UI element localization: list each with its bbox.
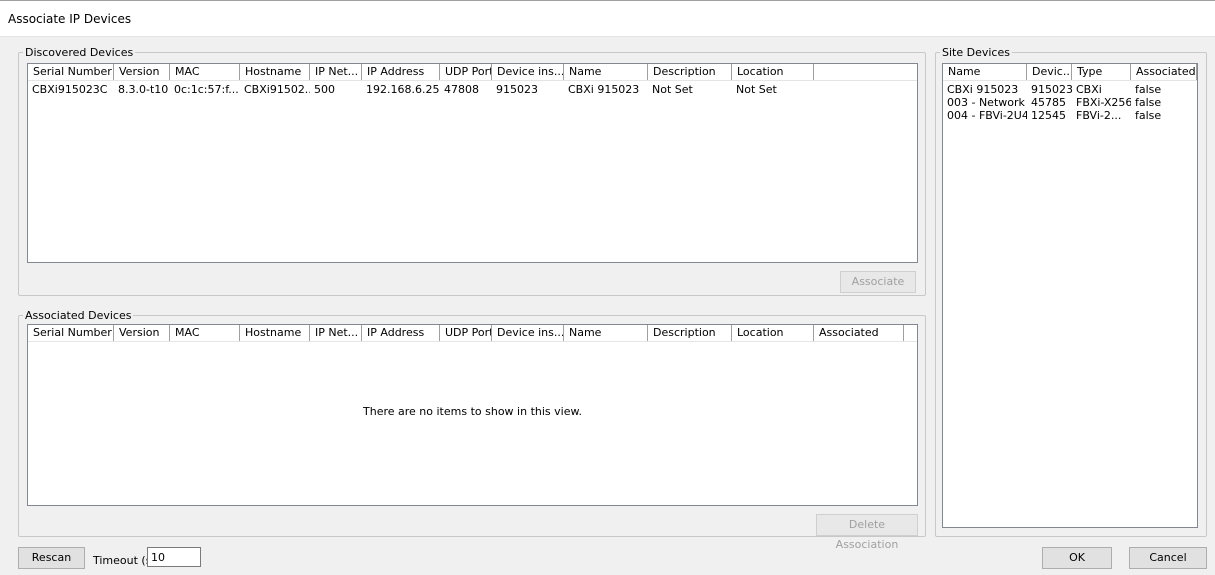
- column-header[interactable]: Type: [1072, 64, 1131, 80]
- column-header[interactable]: Associated: [814, 325, 904, 341]
- window-title: Associate IP Devices: [8, 12, 132, 26]
- discovered-devices-list[interactable]: Serial Number Version MAC Hostname IP Net...…: [27, 63, 918, 263]
- column-header[interactable]: MAC: [170, 64, 240, 80]
- list-row[interactable]: 004 - FBVi-2U4... 12545 FBVi-2... false: [943, 109, 1197, 122]
- list-cell: FBVi-2...: [1076, 109, 1122, 122]
- column-header[interactable]: IP Address: [362, 64, 440, 80]
- column-header[interactable]: Devic...: [1027, 64, 1072, 80]
- column-header[interactable]: Name: [564, 325, 648, 341]
- list-cell: 003 - Network: [947, 96, 1025, 109]
- discovered-devices-header: Serial Number Version MAC Hostname IP Net...…: [28, 64, 917, 81]
- timeout-input[interactable]: [147, 547, 201, 567]
- title-bar: Associate IP Devices: [0, 0, 1215, 37]
- column-header[interactable]: IP Net...: [310, 64, 362, 80]
- list-cell: CBXi 915023: [947, 83, 1019, 96]
- list-cell: CBXi915023C: [32, 83, 108, 96]
- discovered-devices-legend: Discovered Devices: [25, 46, 134, 59]
- list-cell: 915023: [1031, 83, 1072, 96]
- list-cell: 45785: [1031, 96, 1066, 109]
- list-cell: Not Set: [652, 83, 693, 96]
- list-row[interactable]: 003 - Network 45785 FBXi-X256 false: [943, 96, 1197, 109]
- list-cell: 192.168.6.25: [366, 83, 440, 96]
- list-body: CBXi915023C 8.3.0-t10 0c:1c:57:f... CBXi915…: [28, 81, 917, 96]
- column-header[interactable]: Description: [648, 64, 732, 80]
- site-devices-list[interactable]: Name Devic... Type Associated CBXi 915023 91…: [942, 63, 1198, 528]
- list-cell: CBXi91502...: [244, 83, 310, 96]
- column-header[interactable]: UDP Port: [440, 64, 492, 80]
- list-cell: 915023: [496, 83, 538, 96]
- list-cell: 47808: [444, 83, 479, 96]
- column-header[interactable]: IP Address: [362, 325, 440, 341]
- delete-association-button[interactable]: Delete Association: [816, 514, 918, 551]
- column-header[interactable]: Hostname: [240, 325, 310, 341]
- list-cell: 12545: [1031, 109, 1066, 122]
- site-devices-header: Name Devic... Type Associated: [943, 64, 1197, 81]
- column-header[interactable]: Serial Number: [28, 325, 114, 341]
- site-devices-legend: Site Devices: [942, 46, 1010, 59]
- column-header[interactable]: Device ins...: [492, 325, 564, 341]
- ok-button[interactable]: OK: [1042, 547, 1112, 569]
- list-body: CBXi 915023 915023 CBXi false 003 - Network 4…: [943, 81, 1197, 122]
- associated-devices-header: Serial Number Version MAC Hostname IP Net...…: [28, 325, 917, 342]
- list-row[interactable]: CBXi915023C 8.3.0-t10 0c:1c:57:f... CBXi915…: [28, 83, 917, 96]
- list-cell: false: [1135, 96, 1162, 109]
- column-header[interactable]: IP Net...: [310, 325, 362, 341]
- column-header[interactable]: MAC: [170, 325, 240, 341]
- list-row[interactable]: CBXi 915023 915023 CBXi false: [943, 83, 1197, 96]
- list-cell: CBXi: [1076, 83, 1102, 96]
- list-cell: Not Set: [736, 83, 777, 96]
- column-header[interactable]: Description: [648, 325, 732, 341]
- list-cell: 8.3.0-t10: [118, 83, 169, 96]
- empty-list-message: There are no items to show in this view.: [363, 405, 582, 418]
- column-header[interactable]: Version: [114, 64, 170, 80]
- list-cell: 500: [314, 83, 335, 96]
- column-header[interactable]: Name: [943, 64, 1027, 80]
- column-header[interactable]: Associated: [1131, 64, 1197, 80]
- list-cell: 0c:1c:57:f...: [174, 83, 239, 96]
- list-cell: CBXi 915023: [568, 83, 640, 96]
- associated-devices-legend: Associated Devices: [25, 309, 132, 322]
- column-header[interactable]: Device ins...: [492, 64, 564, 80]
- column-header[interactable]: Name: [564, 64, 648, 80]
- column-header[interactable]: Serial Number: [28, 64, 114, 80]
- list-cell: 004 - FBVi-2U4...: [947, 109, 1027, 122]
- associated-devices-list[interactable]: Serial Number Version MAC Hostname IP Net...…: [27, 324, 918, 506]
- associate-button[interactable]: Associate: [840, 271, 916, 293]
- column-header[interactable]: Location: [732, 64, 814, 80]
- list-cell: false: [1135, 83, 1162, 96]
- column-header[interactable]: UDP Port: [440, 325, 492, 341]
- column-header[interactable]: Hostname: [240, 64, 310, 80]
- list-cell: false: [1135, 109, 1162, 122]
- column-header[interactable]: Version: [114, 325, 170, 341]
- cancel-button[interactable]: Cancel: [1129, 547, 1207, 569]
- column-header[interactable]: Location: [732, 325, 814, 341]
- list-cell: FBXi-X256: [1076, 96, 1131, 109]
- rescan-button[interactable]: Rescan: [18, 547, 85, 569]
